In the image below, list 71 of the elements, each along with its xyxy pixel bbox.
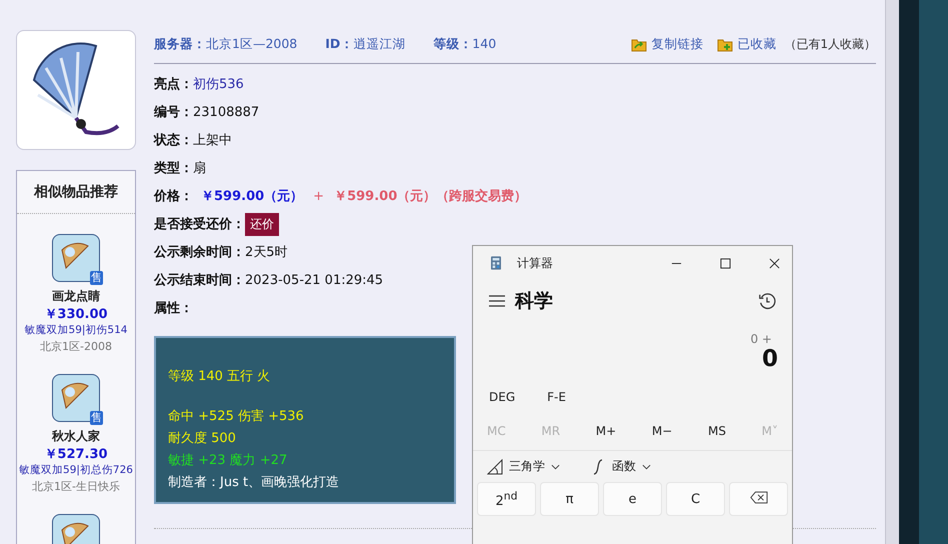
attribute-line: 等级 140 五行 火 (168, 368, 272, 386)
item-name[interactable]: 画龙点睛 (52, 288, 100, 305)
header-field: ID：逍遥江湖 (325, 36, 406, 53)
scrollbar[interactable] (885, 0, 899, 544)
item-thumbnail[interactable]: 售 (52, 234, 100, 282)
item-server: 北京1区-生日快乐 (32, 479, 120, 494)
field-label: 是否接受还价： (154, 216, 245, 233)
mode-toggle-button[interactable]: DEG (479, 386, 526, 408)
field-label: 价格： (154, 188, 193, 205)
triangle-icon (487, 458, 503, 474)
window-title: 计算器 (517, 254, 553, 272)
recommendation-title: 相似物品推荐 (17, 171, 135, 214)
memory-button[interactable]: MS (698, 420, 736, 442)
sale-badge: 售 (90, 411, 103, 425)
header-link[interactable]: 已收藏 (717, 36, 776, 53)
history-icon[interactable] (758, 292, 776, 310)
calculator-icon (491, 256, 501, 270)
field-value: 2天5时 (245, 244, 288, 261)
calculator-key[interactable]: 2$^{nd}$ (477, 482, 536, 516)
field-label: 类型： (154, 160, 193, 177)
header-link[interactable]: 复制链接 (631, 36, 704, 53)
field-label: 状态： (154, 132, 193, 149)
price-value: ￥599.00（元） (201, 188, 304, 205)
field-value: 23108887 (193, 104, 260, 120)
field-label: 公示剩余时间： (154, 244, 245, 261)
field-value: 扇 (193, 160, 206, 177)
item-price: ￥527.30 (44, 446, 108, 463)
item-tags: 敏魔双加59|初伤514 (24, 323, 128, 337)
close-icon[interactable] (769, 258, 780, 268)
expression-text: 0 + (749, 331, 773, 346)
menu-icon[interactable] (489, 295, 505, 307)
field-label: 公示结束时间： (154, 272, 245, 289)
attribute-line: 制造者：Jus t、画晚强化打造 (168, 474, 340, 492)
counter-offer-button[interactable]: 还价 (245, 212, 279, 236)
field-value: 初伤536 (193, 76, 244, 93)
result-display: 0 (760, 346, 779, 372)
header-field: 等级：140 (433, 36, 496, 53)
field-value: 上架中 (193, 132, 232, 149)
field-label: 编号： (154, 104, 193, 121)
memory-button[interactable]: M− (642, 420, 682, 442)
field-label: 属性： (154, 300, 193, 317)
sale-badge: 售 (90, 271, 103, 285)
header-field: 服务器：北京1区—2008 (154, 36, 298, 53)
dropdown-button[interactable]: 三角学 (481, 457, 566, 476)
item-price: ￥330.00 (44, 306, 108, 323)
item-thumbnail[interactable]: 售 (52, 374, 100, 422)
calculator-key[interactable]: π (540, 482, 599, 516)
attribute-line: 命中 +525 伤害 +536 (168, 408, 305, 426)
field-label: 亮点： (154, 76, 193, 93)
field-value: 2023-05-21 01:29:45 (245, 272, 384, 288)
attribute-line: 敏捷 +23 魔力 +27 (168, 452, 288, 470)
item-tags: 敏魔双加59|初总伤726 (19, 463, 133, 477)
calculator-key[interactable]: e (603, 482, 662, 516)
cross-server-fee: ￥599.00（元）（跨服交易费） (334, 188, 528, 205)
backspace-icon (750, 490, 768, 504)
chevron-down-icon (642, 464, 651, 470)
calculator-key[interactable]: C (666, 482, 725, 516)
folder-arrow-icon (631, 38, 648, 52)
item-server: 北京1区-2008 (40, 339, 112, 354)
folder-plus-icon (717, 38, 734, 52)
calculator-key[interactable] (729, 482, 788, 516)
item-name[interactable]: 秋水人家 (52, 428, 100, 445)
chevron-down-icon (551, 464, 560, 470)
attribute-line: 耐久度 500 (168, 430, 237, 448)
favorite-count: （已有1人收藏） (784, 36, 876, 53)
plus-sign: + (313, 188, 324, 204)
maximize-icon[interactable] (720, 258, 731, 268)
dropdown-button[interactable]: 函数 (584, 457, 657, 476)
mode-title: 科学 (515, 289, 553, 314)
memory-button[interactable]: M+ (586, 420, 626, 442)
mode-toggle-button[interactable]: F-E (537, 386, 576, 408)
